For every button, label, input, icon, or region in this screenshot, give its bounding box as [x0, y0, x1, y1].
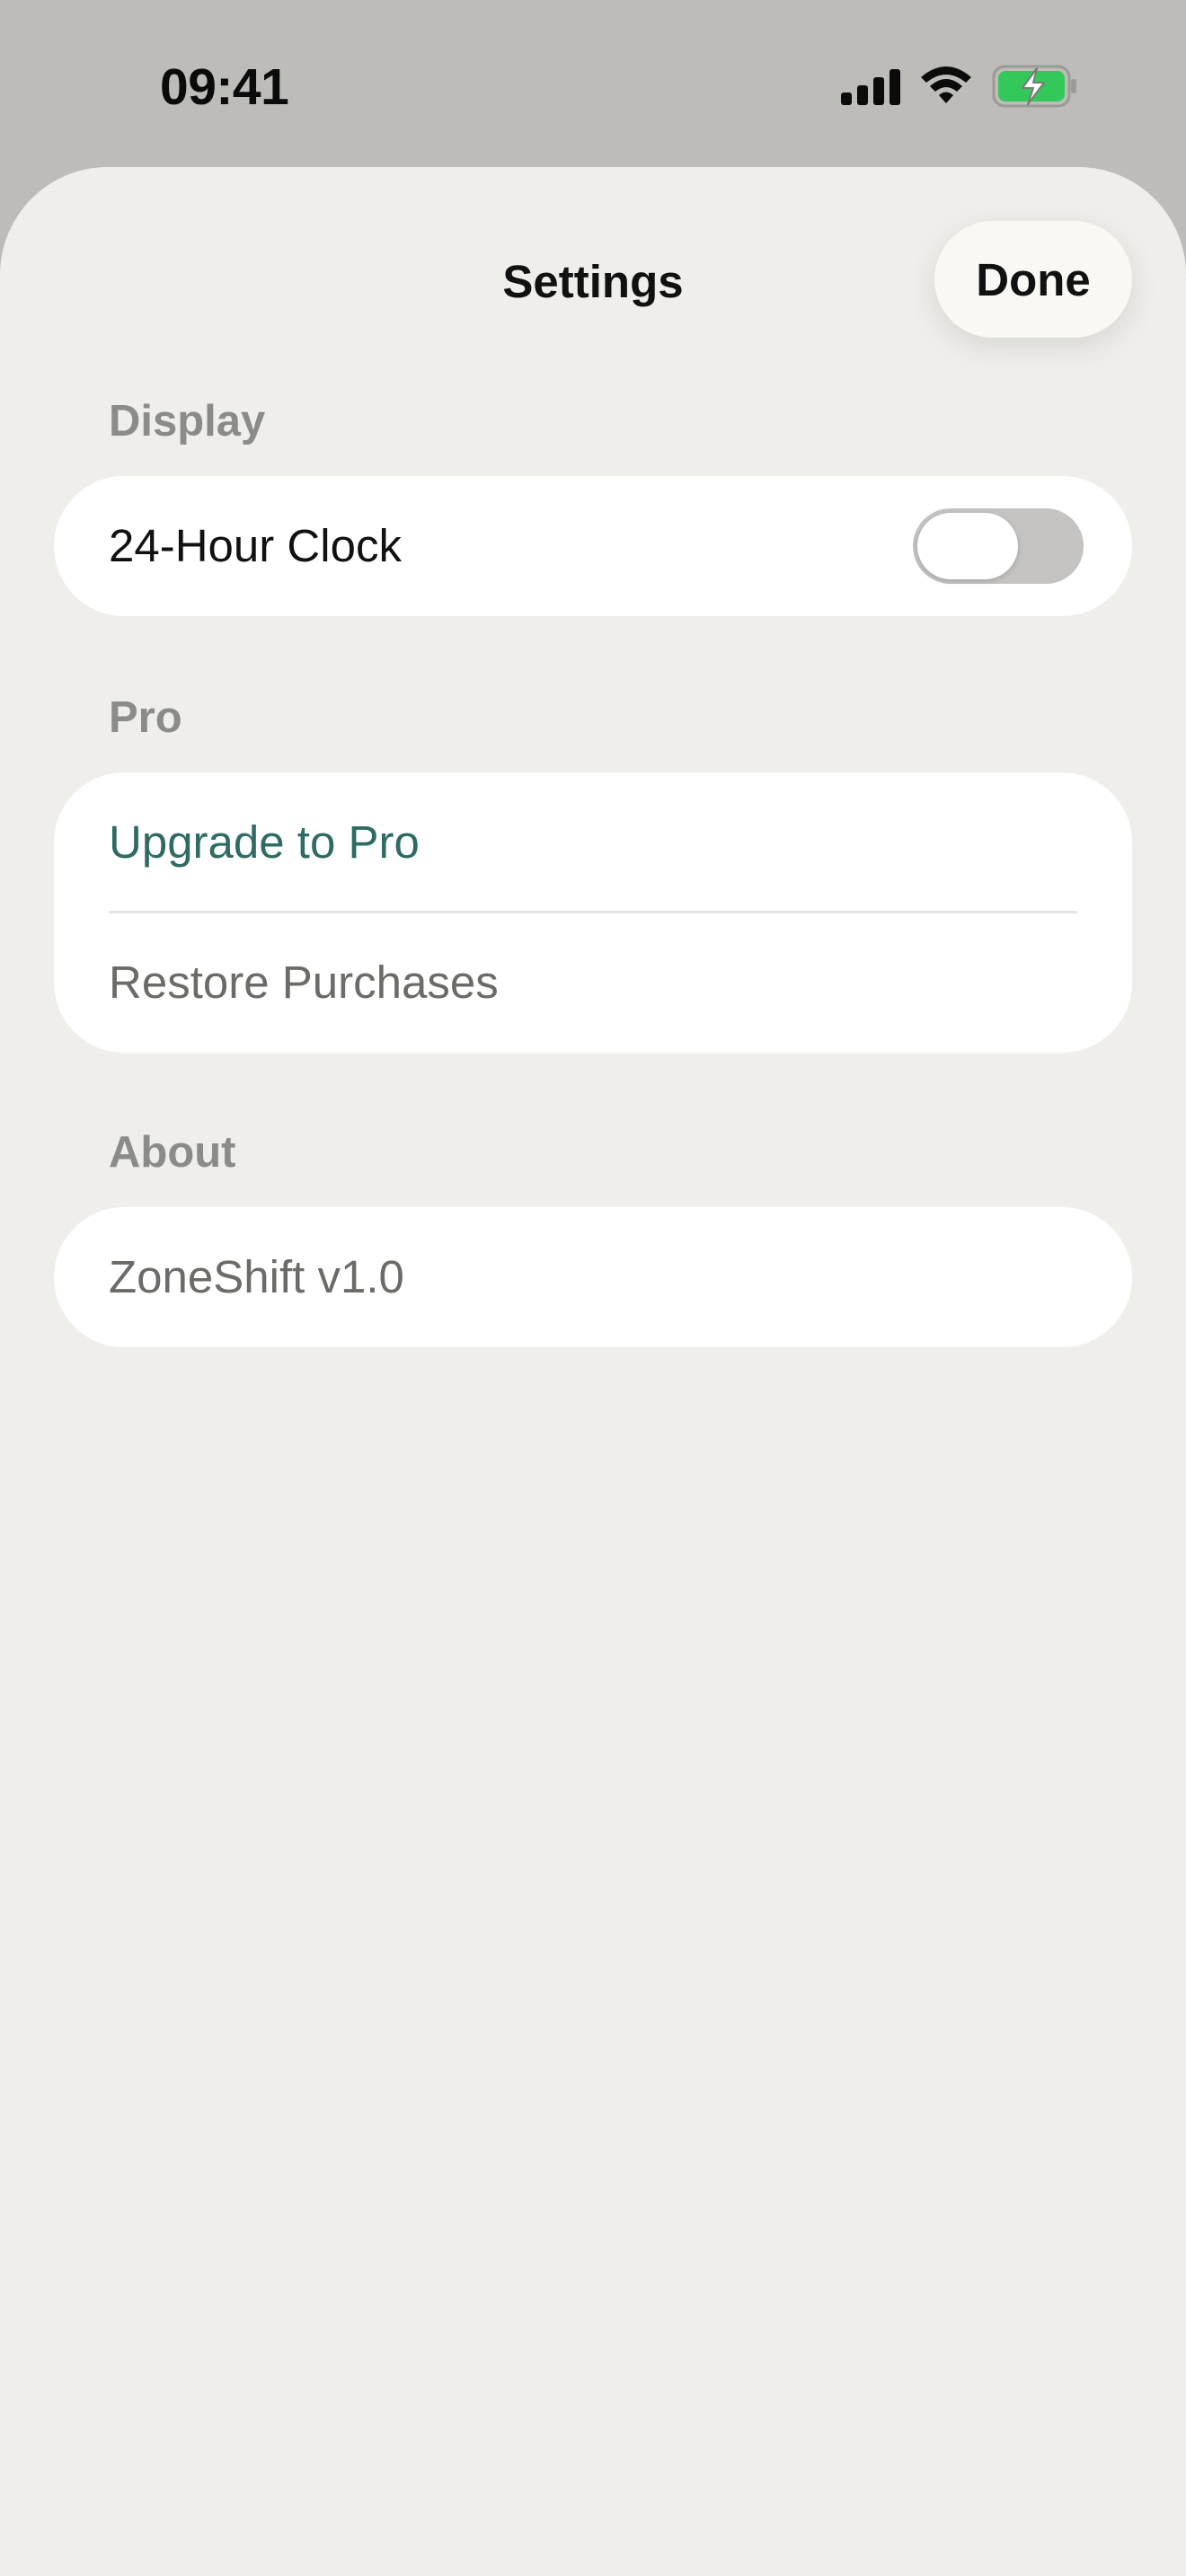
display-card: 24-Hour Clock [54, 476, 1132, 616]
section-header-display: Display [109, 397, 266, 446]
app-version-label: ZoneShift v1.0 [109, 1251, 404, 1302]
restore-purchases-label: Restore Purchases [109, 957, 499, 1008]
toggle-knob [917, 513, 1018, 579]
app-version-row: ZoneShift v1.0 [54, 1207, 1132, 1347]
cellular-signal-icon [841, 69, 900, 105]
done-button[interactable]: Done [934, 221, 1132, 338]
battery-charging-icon [992, 65, 1076, 108]
section-header-about: About [109, 1128, 236, 1177]
wifi-icon [921, 66, 971, 103]
pro-card: Upgrade to Pro Restore Purchases [54, 772, 1132, 1053]
section-header-pro: Pro [109, 693, 182, 742]
clock-label: 24-Hour Clock [109, 520, 402, 571]
upgrade-to-pro-label: Upgrade to Pro [109, 816, 420, 868]
restore-purchases-row[interactable]: Restore Purchases [54, 913, 1132, 1053]
upgrade-to-pro-row[interactable]: Upgrade to Pro [54, 772, 1132, 913]
settings-sheet: Settings Done Display 24-Hour Clock Pro … [0, 167, 1186, 2576]
status-time: 09:41 [160, 58, 289, 116]
24-hour-clock-toggle[interactable] [913, 508, 1084, 584]
status-bar: 09:41 [0, 0, 1186, 167]
about-card: ZoneShift v1.0 [54, 1207, 1132, 1347]
